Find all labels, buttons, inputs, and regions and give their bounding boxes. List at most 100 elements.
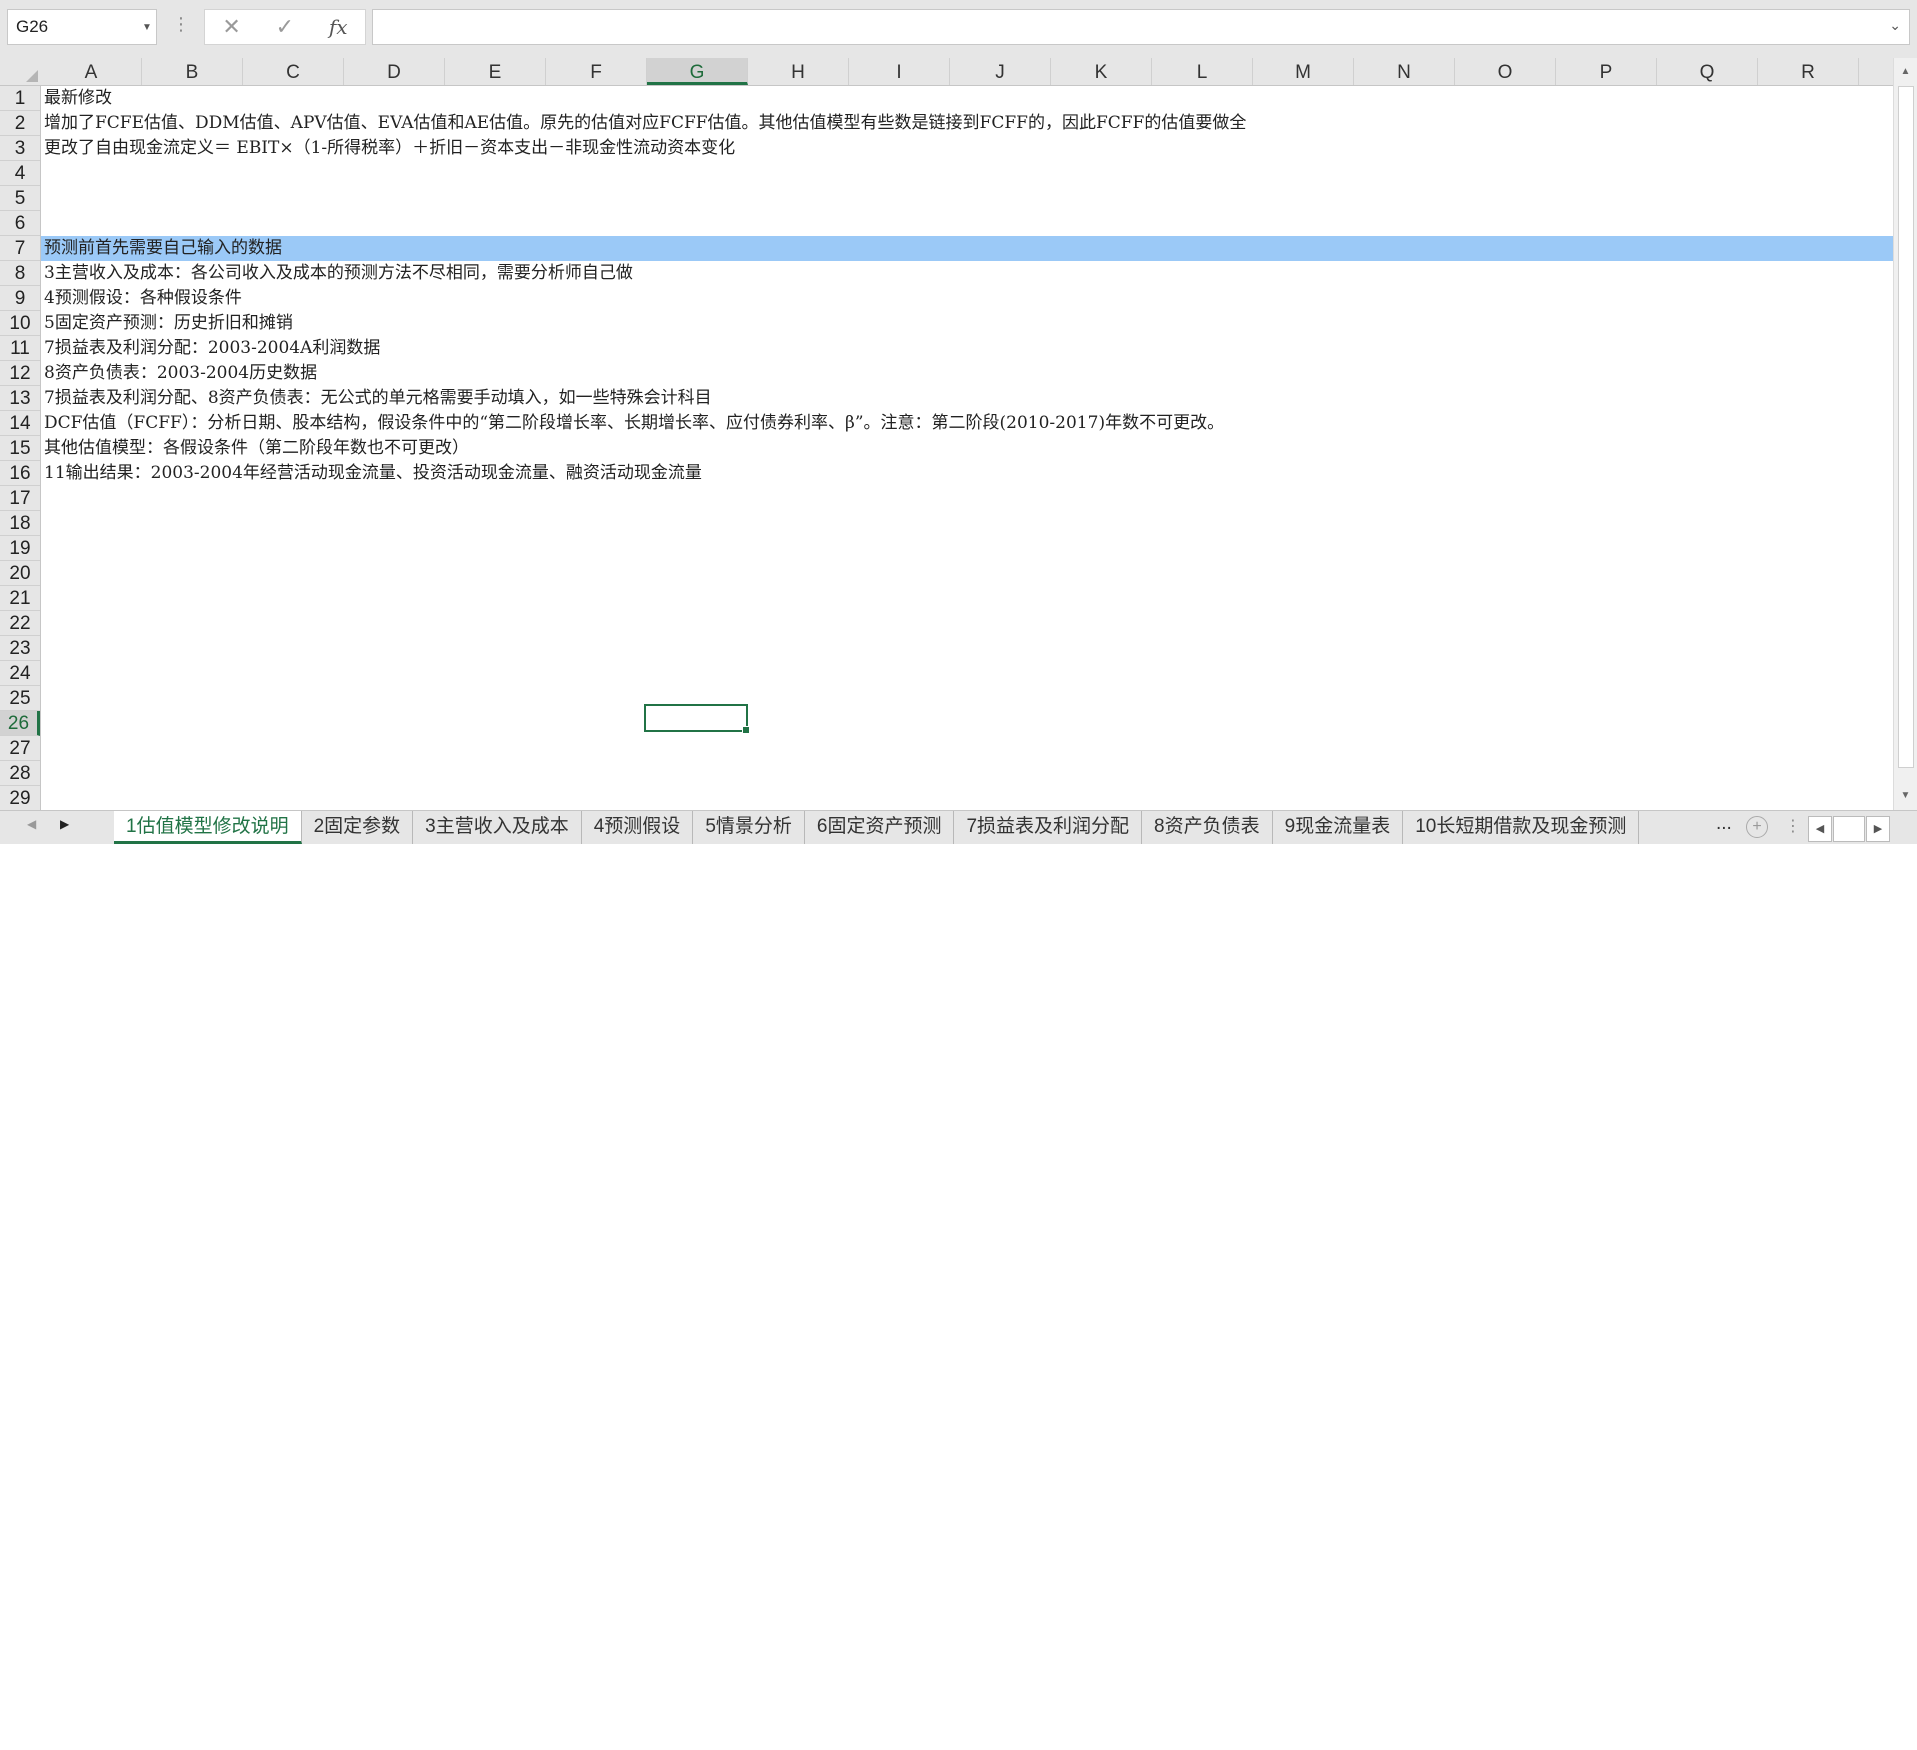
- sheet-row: [41, 211, 1893, 236]
- column-header-f[interactable]: F: [546, 58, 647, 85]
- column-header-d[interactable]: D: [344, 58, 445, 85]
- sheet-tab[interactable]: 3主营收入及成本: [413, 811, 582, 844]
- cell-a8[interactable]: 3主营收入及成本：各公司收入及成本的预测方法不尽相同，需要分析师自己做: [44, 261, 633, 286]
- expand-formula-icon[interactable]: ⌄: [1889, 17, 1901, 34]
- more-sheets-button[interactable]: ...: [1716, 813, 1732, 835]
- sheet-row: [41, 636, 1893, 661]
- column-header-p[interactable]: P: [1556, 58, 1657, 85]
- sheet-tab[interactable]: 6固定资产预测: [805, 811, 955, 844]
- sheet-tab[interactable]: 5情景分析: [693, 811, 805, 844]
- cell-a12[interactable]: 8资产负债表：2003-2004历史数据: [44, 361, 317, 386]
- column-header-g[interactable]: G: [647, 58, 748, 85]
- more-vertical-icon[interactable]: ⋮: [172, 14, 190, 35]
- enter-icon[interactable]: ✓: [276, 14, 294, 40]
- row-header-1[interactable]: 1: [0, 86, 40, 111]
- row-header-16[interactable]: 16: [0, 461, 40, 486]
- row-header-13[interactable]: 13: [0, 386, 40, 411]
- row-header-24[interactable]: 24: [0, 661, 40, 686]
- add-sheet-icon[interactable]: +: [1746, 816, 1768, 838]
- column-header-r[interactable]: R: [1758, 58, 1859, 85]
- tab-split-handle-icon[interactable]: ⋮: [1785, 816, 1801, 836]
- vertical-scrollbar[interactable]: ▲ ▼: [1893, 58, 1917, 810]
- row-header-14[interactable]: 14: [0, 411, 40, 436]
- sheet-tab[interactable]: 9现金流量表: [1273, 811, 1404, 844]
- sheet-tab[interactable]: 7损益表及利润分配: [954, 811, 1143, 844]
- formula-input[interactable]: ⌄: [372, 9, 1910, 45]
- row-header-29[interactable]: 29: [0, 786, 40, 811]
- insert-function-icon[interactable]: fx: [329, 15, 348, 39]
- row-header-10[interactable]: 10: [0, 311, 40, 336]
- scroll-up-icon[interactable]: ▲: [1894, 62, 1917, 82]
- cell-a3[interactable]: 更改了自由现金流定义＝ EBIT×（1-所得税率）＋折旧－资本支出－非现金性流动…: [44, 136, 735, 161]
- row-header-17[interactable]: 17: [0, 486, 40, 511]
- column-header-i[interactable]: I: [849, 58, 950, 85]
- row-header-3[interactable]: 3: [0, 136, 40, 161]
- column-header-e[interactable]: E: [445, 58, 546, 85]
- column-header-l[interactable]: L: [1152, 58, 1253, 85]
- worksheet-grid[interactable]: 11输出结果：2003-2004年经营活动现金流量、投资活动现金流量、融资活动现…: [41, 86, 1893, 810]
- row-header-20[interactable]: 20: [0, 561, 40, 586]
- cell-a2[interactable]: 增加了FCFE估值、DDM估值、APV估值、EVA估值和AE估值。原先的估值对应…: [44, 111, 1246, 136]
- sheet-tab[interactable]: 8资产负债表: [1142, 811, 1273, 844]
- cell-a14[interactable]: DCF估值（FCFF）：分析日期、股本结构，假设条件中的“第二阶段增长率、长期增…: [44, 411, 1224, 436]
- fill-handle[interactable]: [742, 726, 750, 734]
- active-cell-selection[interactable]: [644, 704, 750, 734]
- column-header-a[interactable]: A: [41, 58, 142, 85]
- row-header-28[interactable]: 28: [0, 761, 40, 786]
- scroll-left-icon[interactable]: ◀: [1808, 816, 1832, 842]
- row-header-15[interactable]: 15: [0, 436, 40, 461]
- row-header-9[interactable]: 9: [0, 286, 40, 311]
- column-header-n[interactable]: N: [1354, 58, 1455, 85]
- row-header-11[interactable]: 11: [0, 336, 40, 361]
- row-header-27[interactable]: 27: [0, 736, 40, 761]
- row-header-12[interactable]: 12: [0, 361, 40, 386]
- row-header-23[interactable]: 23: [0, 636, 40, 661]
- horizontal-scrollbar-thumb[interactable]: [1833, 816, 1865, 842]
- row-header-26[interactable]: 26: [0, 711, 40, 736]
- column-header-k[interactable]: K: [1051, 58, 1152, 85]
- row-header-5[interactable]: 5: [0, 186, 40, 211]
- sheet-tab[interactable]: 10长短期借款及现金预测: [1403, 811, 1640, 844]
- sheet-row: 更改了自由现金流定义＝ EBIT×（1-所得税率）＋折旧－资本支出－非现金性流动…: [41, 136, 1893, 161]
- scroll-right-icon[interactable]: ▶: [1866, 816, 1890, 842]
- sheet-row: 最新修改: [41, 86, 1893, 111]
- row-header-21[interactable]: 21: [0, 586, 40, 611]
- next-sheet-icon[interactable]: ▶: [60, 817, 69, 831]
- row-header-7[interactable]: 7: [0, 236, 40, 261]
- row-header-6[interactable]: 6: [0, 211, 40, 236]
- column-header-q[interactable]: Q: [1657, 58, 1758, 85]
- column-header-o[interactable]: O: [1455, 58, 1556, 85]
- cancel-icon[interactable]: ✕: [222, 14, 240, 40]
- sheet-tab[interactable]: 1估值模型修改说明: [114, 811, 302, 844]
- sheet-tab[interactable]: 4预测假设: [582, 811, 694, 844]
- sheet-row: [41, 661, 1893, 686]
- row-headers: 1 2 3 4 5 6 7 8 9 10 11 12 13 14 15 16 17 18 19 20 21 22 23 24 2…: [0, 86, 41, 811]
- row-header-8[interactable]: 8: [0, 261, 40, 286]
- cell-a10[interactable]: 5固定资产预测：历史折旧和摊销: [44, 311, 293, 336]
- cell-a7[interactable]: 预测前首先需要自己输入的数据: [44, 236, 282, 261]
- prev-sheet-icon[interactable]: ◀: [27, 817, 36, 831]
- row-header-18[interactable]: 18: [0, 511, 40, 536]
- name-box[interactable]: G26 ▼: [7, 9, 157, 45]
- row-header-19[interactable]: 19: [0, 536, 40, 561]
- cell-a1[interactable]: 最新修改: [44, 86, 112, 111]
- cell-a13[interactable]: 7损益表及利润分配、8资产负债表：无公式的单元格需要手动填入，如一些特殊会计科目: [44, 386, 712, 411]
- row-header-2[interactable]: 2: [0, 111, 40, 136]
- select-all-button[interactable]: [0, 58, 41, 85]
- cell-a11[interactable]: 7损益表及利润分配：2003-2004A利润数据: [44, 336, 380, 361]
- chevron-down-icon[interactable]: ▼: [138, 22, 156, 33]
- row-header-22[interactable]: 22: [0, 611, 40, 636]
- column-header-h[interactable]: H: [748, 58, 849, 85]
- cell-a16[interactable]: 11输出结果：2003-2004年经营活动现金流量、投资活动现金流量、融资活动现…: [44, 461, 702, 486]
- scrollbar-thumb[interactable]: [1898, 86, 1914, 768]
- cell-a15[interactable]: 其他估值模型：各假设条件（第二阶段年数也不可更改）: [44, 436, 469, 461]
- column-header-j[interactable]: J: [950, 58, 1051, 85]
- sheet-tab[interactable]: 2固定参数: [302, 811, 414, 844]
- column-header-b[interactable]: B: [142, 58, 243, 85]
- column-header-m[interactable]: M: [1253, 58, 1354, 85]
- column-header-c[interactable]: C: [243, 58, 344, 85]
- row-header-25[interactable]: 25: [0, 686, 40, 711]
- scroll-down-icon[interactable]: ▼: [1894, 786, 1917, 806]
- row-header-4[interactable]: 4: [0, 161, 40, 186]
- cell-a9[interactable]: 4预测假设：各种假设条件: [44, 286, 242, 311]
